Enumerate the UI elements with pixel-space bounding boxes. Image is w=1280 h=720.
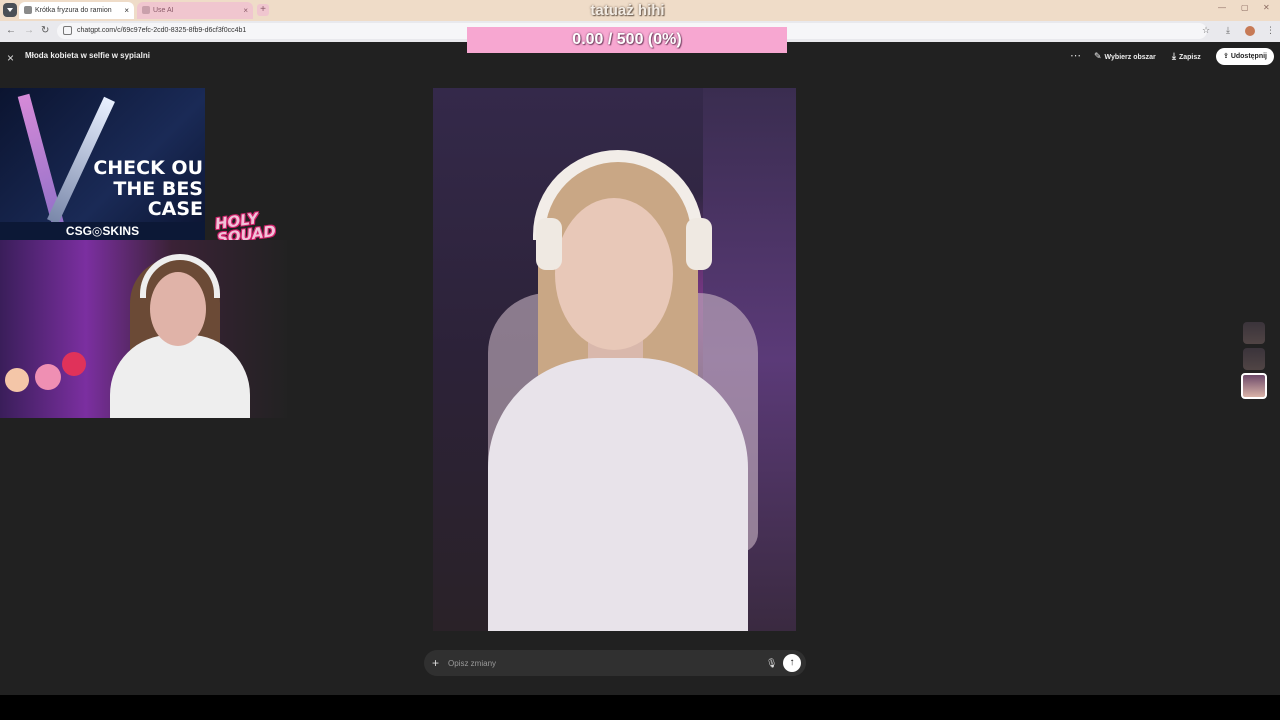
sponsor-logo: CSG◎SKINS — [0, 222, 205, 240]
tab-close-icon[interactable]: × — [243, 2, 248, 19]
tab-search-button[interactable] — [3, 3, 17, 17]
save-label: Zapisz — [1178, 54, 1201, 61]
promo-line-2: THE BES — [113, 178, 203, 200]
tab-title: Use AI — [153, 7, 174, 14]
promo-line-3: CASE — [147, 198, 203, 220]
brush-icon: ✎ — [1094, 51, 1102, 61]
download-icon[interactable]: ⤓ — [1226, 25, 1230, 36]
tab-close-icon[interactable]: × — [124, 2, 129, 19]
edit-composer: + 🎙 ↑ — [424, 650, 806, 676]
back-icon[interactable]: ← — [6, 25, 16, 36]
progress-bar: 0.00 / 500 (0%) — [467, 27, 787, 53]
chatgpt-favicon-icon — [24, 6, 32, 14]
tab-active[interactable]: Krótka fryzura do ramion × — [19, 2, 134, 19]
tab-title: Krótka fryzura do ramion — [35, 7, 112, 14]
promo-line-1: CHECK OU — [93, 157, 203, 179]
bottom-margin — [0, 695, 1280, 720]
forward-icon[interactable]: → — [24, 25, 34, 36]
share-icon: ⇪ — [1223, 53, 1231, 60]
new-tab-button[interactable]: + — [257, 4, 269, 16]
generated-image[interactable] — [433, 88, 796, 631]
stream-overlay-title: tatuaż hihi — [590, 2, 665, 19]
profile-avatar[interactable] — [1245, 26, 1255, 36]
download-icon: ⤓ — [1172, 51, 1176, 61]
minimize-icon[interactable]: — — [1218, 3, 1226, 12]
history-thumbnail[interactable] — [1243, 322, 1265, 344]
more-options-icon[interactable]: ⋯ — [1070, 49, 1081, 62]
window-close-icon[interactable]: ✕ — [1263, 3, 1270, 12]
maximize-icon[interactable]: ▢ — [1241, 3, 1249, 12]
bookmark-star-icon[interactable]: ☆ — [1202, 25, 1210, 36]
sponsor-banner: CHECK OU THE BES CASE CSG◎SKINS — [0, 88, 205, 240]
history-thumbnail-selected[interactable] — [1241, 373, 1267, 399]
share-label: Udostępnij — [1230, 53, 1267, 60]
url-text: chatgpt.com/c/69c97efc-2cd0-8325-8fb9-d6… — [77, 27, 247, 34]
page-title: Młoda kobieta w selfie w sypialni — [25, 51, 150, 60]
share-button[interactable]: ⇪ Udostępnij — [1216, 48, 1274, 65]
save-button[interactable]: ⤓ Zapisz — [1172, 48, 1201, 65]
select-area-label: Wybierz obszar — [1104, 54, 1156, 61]
tab-inactive[interactable]: Use AI × — [137, 2, 253, 19]
site-info-icon[interactable] — [63, 26, 72, 35]
reload-icon[interactable]: ↻ — [41, 25, 49, 36]
history-thumbnail[interactable] — [1243, 348, 1265, 370]
browser-menu-icon[interactable]: ⋮ — [1266, 25, 1275, 36]
add-attachment-icon[interactable]: + — [432, 650, 439, 676]
select-area-button[interactable]: ✎ Wybierz obszar — [1094, 48, 1156, 65]
webcam-overlay — [0, 240, 287, 418]
progress-text: 0.00 / 500 (0%) — [572, 31, 682, 48]
close-icon[interactable]: × — [7, 51, 14, 65]
edit-prompt-input[interactable] — [448, 655, 748, 671]
microphone-icon[interactable]: 🎙 — [766, 650, 777, 676]
send-button[interactable]: ↑ — [783, 654, 801, 672]
useai-favicon-icon — [142, 6, 150, 14]
